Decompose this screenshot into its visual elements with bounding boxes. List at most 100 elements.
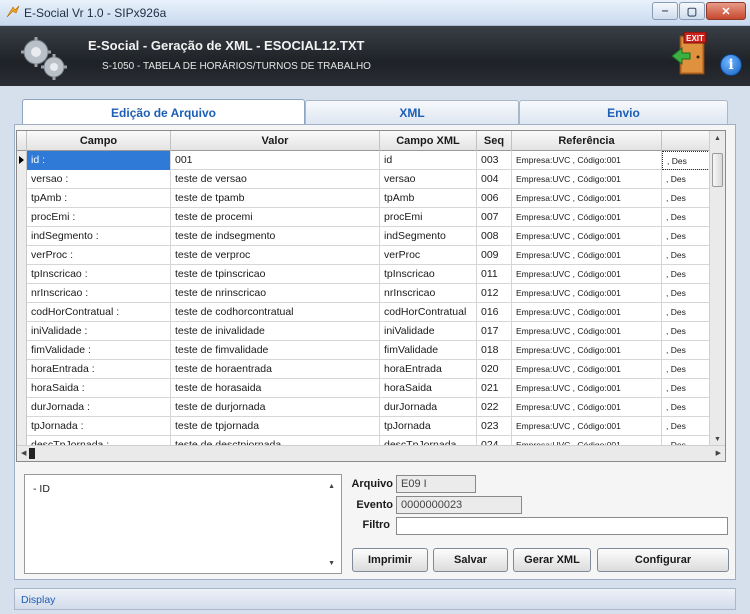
cell-campo[interactable]: durJornada : [27, 398, 171, 417]
cell-ref[interactable]: Empresa:UVC , Código:001 [512, 227, 662, 246]
cell-campo-xml[interactable]: iniValidade [380, 322, 477, 341]
table-row[interactable]: nrInscricao : teste de nrinscricao nrInscr… [17, 284, 710, 303]
cell-seq[interactable]: 012 [477, 284, 512, 303]
row-selector[interactable] [17, 303, 27, 322]
cell-campo[interactable]: horaEntrada : [27, 360, 171, 379]
cell-seq[interactable]: 021 [477, 379, 512, 398]
id-memo[interactable]: - ID ▲ ▼ [24, 474, 342, 574]
cell-valor[interactable]: teste de verproc [171, 246, 380, 265]
row-selector[interactable] [17, 322, 27, 341]
vertical-scroll-thumb[interactable] [712, 153, 723, 187]
column-header-campo-xml[interactable]: Campo XML [380, 131, 477, 151]
cell-ref[interactable]: Empresa:UVC , Código:001 [512, 303, 662, 322]
cell-ref2[interactable]: , Des [662, 265, 710, 284]
gerar-xml-button[interactable]: Gerar XML [513, 548, 591, 572]
cell-valor[interactable]: teste de fimvalidade [171, 341, 380, 360]
cell-campo-xml[interactable]: fimValidade [380, 341, 477, 360]
cell-valor[interactable]: teste de inivalidade [171, 322, 380, 341]
cell-valor[interactable]: teste de durjornada [171, 398, 380, 417]
cell-ref2[interactable]: , Des [662, 417, 710, 436]
cell-campo-xml[interactable]: versao [380, 170, 477, 189]
cell-valor[interactable]: teste de tpamb [171, 189, 380, 208]
tab-envio[interactable]: Envio [519, 100, 728, 124]
cell-campo-xml[interactable]: durJornada [380, 398, 477, 417]
cell-ref2[interactable]: , Des [662, 246, 710, 265]
cell-campo-xml[interactable]: horaEntrada [380, 360, 477, 379]
table-row[interactable]: procEmi : teste de procemi procEmi 007 Empre… [17, 208, 710, 227]
minimize-button[interactable]: ‒ [652, 2, 678, 20]
horizontal-scroll-thumb[interactable] [29, 448, 35, 459]
salvar-button[interactable]: Salvar [433, 548, 508, 572]
cell-campo[interactable]: codHorContratual : [27, 303, 171, 322]
tab-edicao-de-arquivo[interactable]: Edição de Arquivo [22, 99, 305, 125]
table-row[interactable]: indSegmento : teste de indsegmento indSegm… [17, 227, 710, 246]
filtro-input[interactable] [396, 517, 728, 535]
cell-valor[interactable]: teste de indsegmento [171, 227, 380, 246]
table-row[interactable]: iniValidade : teste de inivalidade iniVali… [17, 322, 710, 341]
cell-campo-xml[interactable]: codHorContratual [380, 303, 477, 322]
cell-seq[interactable]: 017 [477, 322, 512, 341]
cell-ref[interactable]: Empresa:UVC , Código:001 [512, 417, 662, 436]
cell-campo[interactable]: tpJornada : [27, 417, 171, 436]
cell-campo[interactable]: horaSaida : [27, 379, 171, 398]
cell-ref[interactable]: Empresa:UVC , Código:001 [512, 284, 662, 303]
table-row[interactable]: horaSaida : teste de horasaida horaSaida 02… [17, 379, 710, 398]
cell-ref2[interactable]: , Des [662, 398, 710, 417]
cell-seq[interactable]: 007 [477, 208, 512, 227]
cell-campo[interactable]: nrInscricao : [27, 284, 171, 303]
scroll-right-icon[interactable]: ▶ [716, 449, 721, 457]
column-header-seq[interactable]: Seq [477, 131, 512, 151]
cell-ref2[interactable]: , Des [662, 170, 710, 189]
close-button[interactable]: ✕ [706, 2, 746, 20]
cell-seq[interactable]: 011 [477, 265, 512, 284]
vertical-scrollbar[interactable]: ▲ ▼ [709, 131, 725, 446]
row-selector[interactable] [17, 284, 27, 303]
row-selector[interactable] [17, 151, 27, 170]
column-header-referencia[interactable]: Referência [512, 131, 662, 151]
cell-campo-xml[interactable]: horaSaida [380, 379, 477, 398]
scroll-up-icon[interactable]: ▲ [714, 135, 721, 142]
exit-door-icon[interactable]: EXIT [670, 32, 710, 78]
memo-scroll-up-icon[interactable]: ▲ [328, 483, 335, 490]
horizontal-scrollbar[interactable]: ◀ ▶ [17, 445, 725, 461]
data-grid[interactable]: Campo Valor Campo XML Seq Referência id … [16, 130, 726, 462]
table-row[interactable]: tpJornada : teste de tpjornada tpJornada 02… [17, 417, 710, 436]
cell-campo-xml[interactable]: nrInscricao [380, 284, 477, 303]
cell-campo[interactable]: tpAmb : [27, 189, 171, 208]
cell-campo[interactable]: procEmi : [27, 208, 171, 227]
cell-campo[interactable]: id : [27, 151, 171, 170]
cell-ref[interactable]: Empresa:UVC , Código:001 [512, 398, 662, 417]
cell-valor[interactable]: teste de procemi [171, 208, 380, 227]
cell-valor[interactable]: teste de codhorcontratual [171, 303, 380, 322]
cell-ref[interactable]: Empresa:UVC , Código:001 [512, 189, 662, 208]
table-row[interactable]: codHorContratual : teste de codhorcontrat… [17, 303, 710, 322]
cell-campo-xml[interactable]: indSegmento [380, 227, 477, 246]
cell-ref2[interactable]: , Des [662, 189, 710, 208]
memo-scroll-down-icon[interactable]: ▼ [328, 560, 335, 567]
imprimir-button[interactable]: Imprimir [352, 548, 428, 572]
cell-valor[interactable]: 001 [171, 151, 380, 170]
table-row[interactable]: id :001 id 003 Empresa:UVC , Código:001, De… [17, 151, 710, 170]
cell-campo[interactable]: indSegmento : [27, 227, 171, 246]
table-row[interactable]: versao : teste de versao versao 004 Empresa:… [17, 170, 710, 189]
cell-ref2[interactable]: , Des [662, 303, 710, 322]
evento-field[interactable]: 0000000023 [396, 496, 522, 514]
arquivo-field[interactable]: E09 I [396, 475, 476, 493]
cell-ref2[interactable]: , Des [662, 341, 710, 360]
cell-campo[interactable]: fimValidade : [27, 341, 171, 360]
cell-campo-xml[interactable]: verProc [380, 246, 477, 265]
row-selector[interactable] [17, 341, 27, 360]
cell-ref2[interactable]: , Des [662, 360, 710, 379]
table-row[interactable]: tpInscricao : teste de tpinscricao tpInscr… [17, 265, 710, 284]
cell-seq[interactable]: 004 [477, 170, 512, 189]
cell-campo-xml[interactable]: id [380, 151, 477, 170]
cell-valor[interactable]: teste de horasaida [171, 379, 380, 398]
cell-campo[interactable]: verProc : [27, 246, 171, 265]
cell-ref2[interactable]: , Des [662, 227, 710, 246]
row-selector[interactable] [17, 360, 27, 379]
cell-ref[interactable]: Empresa:UVC , Código:001 [512, 322, 662, 341]
cell-seq[interactable]: 008 [477, 227, 512, 246]
cell-campo-xml[interactable]: tpAmb [380, 189, 477, 208]
row-selector[interactable] [17, 379, 27, 398]
info-icon[interactable]: i [720, 54, 742, 76]
